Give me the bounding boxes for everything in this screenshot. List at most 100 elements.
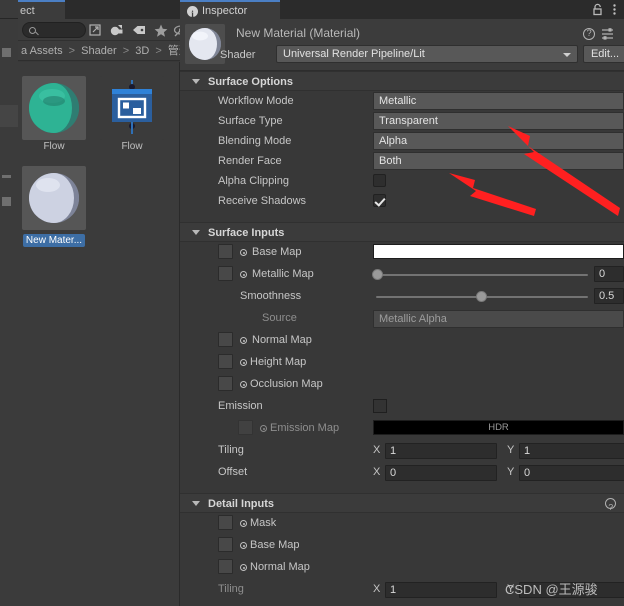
row-emission-map: Emission Map HDR <box>180 418 624 440</box>
render-face-dropdown[interactable]: Both <box>373 152 624 170</box>
foldout-triangle-icon[interactable] <box>192 230 200 235</box>
offset-x-field[interactable]: 0 <box>385 465 497 481</box>
shader-dropdown[interactable]: Universal Render Pipeline/Lit <box>276 45 578 63</box>
row-label: Emission Map <box>270 418 339 438</box>
source-value: Metallic Alpha <box>379 313 447 325</box>
receive-shadows-checkbox[interactable] <box>373 194 386 207</box>
row-tiling: Tiling X 1 Y 1 <box>180 440 624 462</box>
lock-icon[interactable] <box>591 3 604 16</box>
panel-edge-glyph <box>2 48 11 57</box>
breadcrumb-item-assets[interactable]: Assets <box>30 45 63 57</box>
asset-item-new-material[interactable]: New Mater... <box>22 166 86 250</box>
blending-mode-dropdown[interactable]: Alpha <box>373 132 624 150</box>
height-map-radio-icon[interactable] <box>240 359 247 366</box>
asset-item-flow-material[interactable]: Flow <box>22 76 86 152</box>
inspector-panel: Inspector <box>180 0 624 606</box>
tiling-y-field[interactable]: 1 <box>519 443 624 459</box>
row-label: Occlusion Map <box>250 374 323 394</box>
tab-project[interactable]: ect <box>18 0 65 19</box>
inspector-header: New Material (Material) ? Shader Univers… <box>180 19 624 71</box>
tiling-x-field[interactable]: 1 <box>385 443 497 459</box>
row-surface-type: Surface Type Transparent <box>180 111 624 131</box>
tab-inspector-label: Inspector <box>202 5 247 17</box>
breadcrumb-separator: > <box>120 45 132 57</box>
detail-tiling-x-axis-label: X <box>373 579 380 599</box>
foldout-triangle-icon[interactable] <box>192 501 200 506</box>
inspector-body: Surface Options Workflow Mode Metallic S… <box>180 71 624 606</box>
occlusion-map-texture-slot[interactable] <box>218 376 233 391</box>
row-label: Base Map <box>250 535 300 555</box>
height-map-texture-slot[interactable] <box>218 354 233 369</box>
metallic-map-texture-slot[interactable] <box>218 266 233 281</box>
shadergraph-thumb <box>100 76 164 140</box>
metallic-map-radio-icon[interactable] <box>240 271 247 278</box>
normal-map-radio-icon[interactable] <box>240 337 247 344</box>
blending-mode-value: Alpha <box>379 135 407 147</box>
emission-toggle-swatch[interactable] <box>373 399 387 413</box>
emission-hdr-color-field: HDR <box>373 420 624 435</box>
breadcrumb[interactable]: a Assets > Shader > 3D > 管道 <box>18 41 180 61</box>
metallic-value-field[interactable]: 0 <box>594 266 624 282</box>
detail-base-map-texture-slot[interactable] <box>218 537 233 552</box>
tiling-y-axis-label: Y <box>507 440 514 460</box>
detail-normal-map-radio-icon[interactable] <box>240 564 247 571</box>
metallic-slider-track[interactable] <box>376 274 588 276</box>
base-map-radio-icon[interactable] <box>240 249 247 256</box>
panel-edge-highlight <box>0 105 18 127</box>
alpha-clipping-checkbox[interactable] <box>373 174 386 187</box>
detail-mask-radio-icon[interactable] <box>240 520 247 527</box>
asset-label: New Mater... <box>23 234 85 247</box>
tab-inspector[interactable]: Inspector <box>180 0 280 19</box>
row-emission: Emission <box>180 396 624 418</box>
package-filter-icon[interactable] <box>106 21 128 39</box>
detail-normal-map-texture-slot[interactable] <box>218 559 233 574</box>
preset-icon[interactable] <box>601 28 614 40</box>
offset-y-field[interactable]: 0 <box>519 465 624 481</box>
label-filter-icon[interactable] <box>128 21 150 39</box>
expand-icon[interactable] <box>84 21 106 39</box>
material-sphere-thumb <box>22 76 86 140</box>
base-map-texture-slot[interactable] <box>218 244 233 259</box>
row-metallic-map: Metallic Map 0 <box>180 264 624 286</box>
foldout-triangle-icon[interactable] <box>192 79 200 84</box>
kebab-menu-icon[interactable] <box>609 3 620 16</box>
row-offset: Offset X 0 Y 0 <box>180 462 624 484</box>
hierarchy-panel-edge <box>0 0 18 606</box>
surface-type-dropdown[interactable]: Transparent <box>373 112 624 130</box>
row-label: Normal Map <box>250 557 310 577</box>
occlusion-map-radio-icon[interactable] <box>240 381 247 388</box>
help-icon[interactable]: ? <box>583 28 595 40</box>
row-normal-map: Normal Map <box>180 330 624 352</box>
breadcrumb-item-3d[interactable]: 3D <box>135 45 149 57</box>
section-header-surface-inputs[interactable]: Surface Inputs <box>180 222 624 242</box>
row-blending-mode: Blending Mode Alpha <box>180 131 624 151</box>
panel-edge-glyph <box>2 197 11 206</box>
detail-mask-texture-slot[interactable] <box>218 515 233 530</box>
metallic-slider-knob[interactable] <box>372 269 383 280</box>
smoothness-slider-knob[interactable] <box>476 291 487 302</box>
section-title: Surface Options <box>208 76 293 88</box>
row-label: Alpha Clipping <box>218 171 289 191</box>
help-icon[interactable]: ? <box>605 498 616 509</box>
favorite-star-icon[interactable] <box>150 21 172 39</box>
normal-map-texture-slot[interactable] <box>218 332 233 347</box>
asset-item-flow-shadergraph[interactable]: Flow <box>100 76 164 152</box>
breadcrumb-item-shader[interactable]: Shader <box>81 45 116 57</box>
base-map-color-field[interactable] <box>373 244 624 259</box>
unity-editor-window: ect <box>0 0 624 606</box>
detail-base-map-radio-icon[interactable] <box>240 542 247 549</box>
section-header-surface-options[interactable]: Surface Options <box>180 71 624 91</box>
smoothness-value-field[interactable]: 0.5 <box>594 288 624 304</box>
surface-type-value: Transparent <box>379 115 438 127</box>
inspector-tabstrip: Inspector <box>180 0 624 19</box>
detail-tiling-x-field[interactable]: 1 <box>385 582 497 598</box>
section-header-detail-inputs[interactable]: Detail Inputs ? <box>180 493 624 513</box>
search-input[interactable] <box>22 22 86 38</box>
watermark: CSDN @王源骏 <box>505 579 598 598</box>
row-label: Receive Shadows <box>218 191 306 211</box>
breadcrumb-item-pipe[interactable]: 管道 <box>168 45 180 57</box>
hdr-label: HDR <box>488 422 509 433</box>
row-occlusion-map: Occlusion Map <box>180 374 624 396</box>
edit-shader-button[interactable]: Edit... <box>583 45 624 63</box>
workflow-mode-dropdown[interactable]: Metallic <box>373 92 624 110</box>
